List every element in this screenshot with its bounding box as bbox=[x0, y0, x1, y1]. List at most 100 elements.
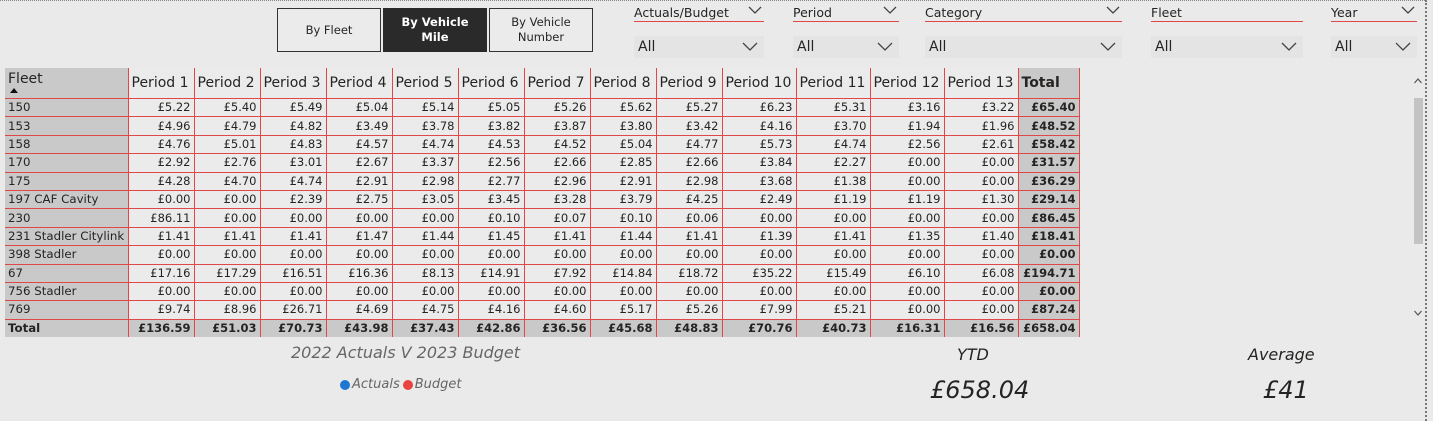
slicer-year-header[interactable]: Year bbox=[1331, 4, 1417, 22]
row-total-cell: £0.00 bbox=[1018, 245, 1080, 265]
by-vehicle-number-button[interactable]: By Vehicle Number bbox=[489, 8, 593, 52]
period-value-cell: £0.00 bbox=[194, 190, 261, 210]
table-row[interactable]: 197 CAF Cavity £0.00 £0.00 £2.39 £2.75 £3.05 £… bbox=[5, 190, 1080, 210]
chevron-down-icon[interactable] bbox=[883, 5, 897, 15]
period-value-cell: £0.10 bbox=[458, 208, 525, 228]
chevron-down-icon[interactable] bbox=[748, 5, 762, 15]
period-value-cell: £14.84 bbox=[590, 264, 657, 283]
column-header-fleet[interactable]: Fleet bbox=[5, 68, 129, 99]
period-value-cell: £0.00 bbox=[392, 282, 459, 302]
legend-item-actuals[interactable]: Actuals bbox=[340, 377, 400, 392]
slicer-year-dropdown[interactable]: All bbox=[1331, 36, 1417, 58]
period-value-cell: £3.79 bbox=[590, 190, 657, 210]
period-value-cell: £2.98 bbox=[392, 172, 459, 191]
period-value-cell: £5.21 bbox=[796, 300, 871, 320]
period-value-cell: £2.91 bbox=[326, 172, 393, 191]
period-value-cell: £0.00 bbox=[260, 245, 327, 265]
table-row[interactable]: 769 £9.74 £8.96 £26.71 £4.69 £4.75 £4.16 £4.60 £… bbox=[5, 300, 1080, 320]
table-row[interactable]: 170 £2.92 £2.76 £3.01 £2.67 £3.37 £2.56 £2.66 £2… bbox=[5, 153, 1080, 173]
legend-dot-icon bbox=[340, 379, 350, 390]
fleet-cell: 231 Stadler Citylink bbox=[5, 227, 129, 247]
scrollbar-thumb[interactable] bbox=[1414, 98, 1423, 244]
period-value-cell: £0.00 bbox=[128, 245, 195, 265]
column-header-period[interactable]: Period 11 bbox=[796, 68, 871, 99]
slicer-period-header[interactable]: Period bbox=[793, 4, 899, 22]
slicer-year: Year All bbox=[1331, 4, 1417, 58]
table-row[interactable]: 67 £17.16 £17.29 £16.51 £16.36 £8.13 £14.91 £7.… bbox=[5, 264, 1080, 283]
legend-item-budget[interactable]: Budget bbox=[402, 377, 462, 392]
slicer-fleet-header: Fleet bbox=[1151, 4, 1303, 22]
table-row[interactable]: 158 £4.76 £5.01 £4.83 £4.57 £4.74 £4.53 £4.52 £5… bbox=[5, 135, 1080, 155]
period-value-cell: £0.00 bbox=[870, 153, 945, 173]
column-header-total[interactable]: Total bbox=[1018, 68, 1080, 99]
period-value-cell: £4.75 bbox=[392, 300, 459, 320]
column-header-period[interactable]: Period 1 bbox=[128, 68, 195, 99]
column-header-period[interactable]: Period 13 bbox=[944, 68, 1019, 99]
column-header-period[interactable]: Period 10 bbox=[722, 68, 797, 99]
period-value-cell: £1.44 bbox=[392, 227, 459, 247]
slicer-period: Period All bbox=[793, 4, 899, 58]
total-label-cell: Total bbox=[5, 319, 129, 338]
scroll-up-icon[interactable] bbox=[1414, 78, 1422, 84]
period-value-cell: £1.44 bbox=[590, 227, 657, 247]
slicer-actuals-budget-dropdown[interactable]: All bbox=[634, 36, 764, 58]
table-row[interactable]: 150 £5.22 £5.40 £5.49 £5.04 £5.14 £5.05 £5.26 £5… bbox=[5, 98, 1080, 118]
table-row[interactable]: 175 £4.28 £4.70 £4.74 £2.91 £2.98 £2.77 £2.96 £2… bbox=[5, 172, 1080, 191]
period-value-cell: £5.26 bbox=[656, 300, 723, 320]
chevron-down-icon[interactable] bbox=[1106, 5, 1120, 15]
period-total-cell: £136.59 bbox=[128, 319, 195, 338]
period-value-cell: £0.00 bbox=[722, 208, 797, 228]
table-row[interactable]: 153 £4.96 £4.79 £4.82 £3.49 £3.78 £3.82 £3.87 £3… bbox=[5, 116, 1080, 136]
period-value-cell: £4.57 bbox=[326, 135, 393, 155]
period-value-cell: £15.49 bbox=[796, 264, 871, 283]
fleet-cell: 230 bbox=[5, 208, 129, 228]
chevron-down-icon[interactable] bbox=[1401, 5, 1415, 15]
column-header-period[interactable]: Period 3 bbox=[260, 68, 327, 99]
table-row[interactable]: 398 Stadler £0.00 £0.00 £0.00 £0.00 £0.00 £0.0… bbox=[5, 245, 1080, 265]
period-value-cell: £1.41 bbox=[796, 227, 871, 247]
period-value-cell: £1.94 bbox=[870, 116, 945, 136]
slicer-category-dropdown[interactable]: All bbox=[925, 36, 1122, 58]
column-header-period[interactable]: Period 12 bbox=[870, 68, 945, 99]
slicer-period-dropdown[interactable]: All bbox=[793, 36, 899, 58]
period-value-cell: £5.73 bbox=[722, 135, 797, 155]
column-header-period[interactable]: Period 2 bbox=[194, 68, 261, 99]
period-value-cell: £4.74 bbox=[796, 135, 871, 155]
column-header-period[interactable]: Period 7 bbox=[524, 68, 591, 99]
period-value-cell: £3.49 bbox=[326, 116, 393, 136]
period-value-cell: £3.37 bbox=[392, 153, 459, 173]
by-fleet-button[interactable]: By Fleet bbox=[277, 8, 381, 52]
column-header-period[interactable]: Period 5 bbox=[392, 68, 459, 99]
period-value-cell: £0.00 bbox=[392, 208, 459, 228]
period-value-cell: £2.96 bbox=[524, 172, 591, 191]
slicer-actuals-budget-header[interactable]: Actuals/Budget bbox=[634, 4, 764, 22]
period-value-cell: £0.00 bbox=[944, 282, 1019, 302]
column-header-period[interactable]: Period 4 bbox=[326, 68, 393, 99]
period-value-cell: £0.00 bbox=[796, 208, 871, 228]
period-value-cell: £1.41 bbox=[194, 227, 261, 247]
period-value-cell: £7.92 bbox=[524, 264, 591, 283]
table-row[interactable]: 231 Stadler Citylink £1.41 £1.41 £1.41 £1.47… bbox=[5, 227, 1080, 247]
period-value-cell: £4.70 bbox=[194, 172, 261, 191]
by-vehicle-mile-button[interactable]: By Vehicle Mile bbox=[383, 8, 487, 52]
slicer-title: Period bbox=[793, 5, 832, 20]
table-scrollbar[interactable] bbox=[1411, 68, 1425, 321]
slicer-fleet-dropdown[interactable]: All bbox=[1151, 36, 1303, 58]
period-value-cell: £0.00 bbox=[870, 245, 945, 265]
period-value-cell: £0.00 bbox=[458, 245, 525, 265]
column-header-period[interactable]: Period 8 bbox=[590, 68, 657, 99]
table-row[interactable]: 756 Stadler £0.00 £0.00 £0.00 £0.00 £0.00 £0.0… bbox=[5, 282, 1080, 302]
period-value-cell: £1.38 bbox=[796, 172, 871, 191]
period-value-cell: £0.00 bbox=[944, 245, 1019, 265]
period-value-cell: £4.76 bbox=[128, 135, 195, 155]
table-row[interactable]: 230 £86.11 £0.00 £0.00 £0.00 £0.00 £0.10 £0.07 £… bbox=[5, 208, 1080, 228]
slicer-value: All bbox=[929, 39, 947, 55]
column-header-period[interactable]: Period 6 bbox=[458, 68, 525, 99]
scroll-down-icon[interactable] bbox=[1414, 310, 1422, 316]
column-header-period[interactable]: Period 9 bbox=[656, 68, 723, 99]
period-value-cell: £5.31 bbox=[796, 98, 871, 118]
period-value-cell: £3.42 bbox=[656, 116, 723, 136]
period-value-cell: £4.74 bbox=[392, 135, 459, 155]
slicer-category-header[interactable]: Category bbox=[925, 4, 1122, 22]
period-value-cell: £4.79 bbox=[194, 116, 261, 136]
